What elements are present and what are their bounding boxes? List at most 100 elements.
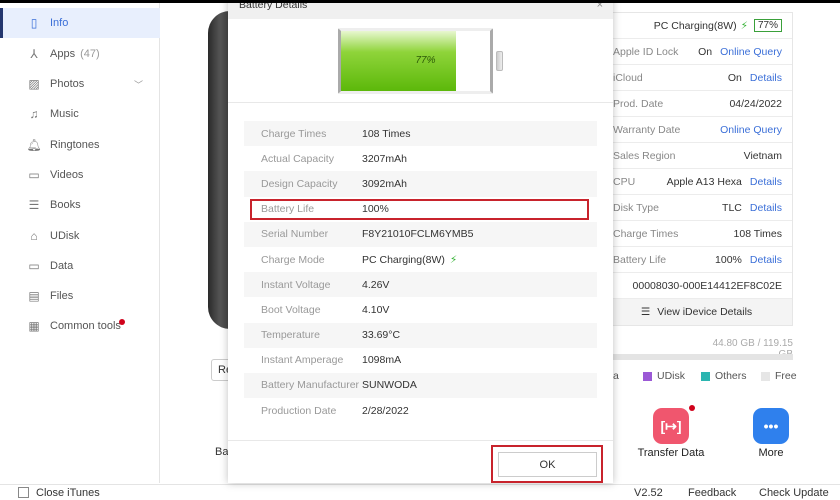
- detail-row: Instant Voltage 4.26V: [244, 272, 597, 298]
- close-icon[interactable]: ×: [597, 3, 603, 11]
- storage-bar: [600, 354, 793, 360]
- battery-percent: 77%: [415, 55, 436, 66]
- notification-dot: [118, 319, 125, 325]
- image-icon: ▨: [28, 77, 40, 91]
- check-update-link[interactable]: Check Update: [759, 487, 829, 499]
- row-value: 100%: [715, 253, 742, 266]
- chevron-down-icon[interactable]: ﹀: [134, 78, 143, 91]
- ok-button[interactable]: OK: [498, 452, 597, 477]
- close-itunes-label: Close iTunes: [36, 487, 100, 499]
- legend-swatch: [701, 371, 710, 381]
- info-row: Prod. Date 04/24/2022: [601, 91, 792, 117]
- music-icon: ♫: [29, 107, 39, 121]
- sidebar-item-ringtones[interactable]: 🔔︎ Ringtones: [0, 130, 160, 160]
- info-row: Charge Times 108 Times: [601, 221, 792, 247]
- row-value: TLC: [722, 201, 742, 214]
- info-row: Sales Region Vietnam: [601, 143, 792, 169]
- view-details-label: View iDevice Details: [657, 306, 753, 318]
- battery-badge: 77%: [753, 19, 782, 32]
- row-value: On: [727, 71, 742, 84]
- legend-item: Free: [761, 370, 797, 382]
- legend-swatch: [643, 371, 652, 381]
- sidebar-item-label: Apps: [50, 48, 76, 60]
- detail-row: Temperature 33.69°C: [244, 322, 597, 348]
- row-label: Warranty Date: [613, 123, 681, 136]
- version-label: V2.52: [634, 487, 663, 499]
- transfer-data-label[interactable]: Transfer Data: [631, 447, 711, 459]
- detail-row: Serial Number F8Y21010FCLM6YMB5: [244, 221, 597, 247]
- row-label: iCloud: [613, 71, 643, 84]
- legend-label: Others: [715, 370, 747, 382]
- detail-label: Charge Times: [261, 127, 327, 140]
- close-itunes-checkbox[interactable]: [18, 487, 29, 498]
- info-row: Apple ID Lock On Online Query: [601, 39, 792, 65]
- transfer-data-icon[interactable]: [↦]: [653, 408, 689, 444]
- sidebar-item-apps[interactable]: ⅄ Apps (47): [0, 39, 160, 69]
- info-row: iCloud On Details: [601, 65, 792, 91]
- sidebar-item-music[interactable]: ♫ Music: [0, 99, 160, 129]
- apps-icon: ⅄: [30, 47, 38, 61]
- detail-label: Production Date: [261, 404, 337, 417]
- sidebar-item-info[interactable]: ▯ Info: [0, 8, 160, 38]
- highlight-box: [250, 198, 589, 220]
- detail-row: Production Date 2/28/2022: [244, 398, 597, 423]
- feedback-link[interactable]: Feedback: [688, 487, 736, 499]
- sidebar-item-udisk[interactable]: ⌂ UDisk: [0, 221, 160, 251]
- info-row: Warranty Date Online Query: [601, 117, 792, 143]
- sidebar-item-photos[interactable]: ▨ Photos ﹀: [0, 69, 160, 99]
- legend-label: UDisk: [657, 370, 685, 382]
- details-link[interactable]: Details: [750, 176, 782, 188]
- details-link[interactable]: Details: [750, 254, 782, 266]
- sidebar-item-label: Photos: [50, 78, 85, 90]
- detail-value: 33.69°C: [362, 329, 401, 342]
- sidebar-item-videos[interactable]: ▭ Videos: [0, 160, 160, 190]
- row-label: Charge Times: [613, 227, 679, 240]
- bottom-bar: Close iTunes V2.52 Feedback Check Update: [0, 484, 840, 500]
- legend-label: a: [613, 370, 619, 382]
- detail-value: F8Y21010FCLM6YMB5: [362, 228, 474, 241]
- sidebar-item-data[interactable]: ▭ Data: [0, 251, 160, 281]
- list-icon: ☰: [640, 306, 651, 318]
- detail-value: 2/28/2022: [362, 404, 409, 417]
- sidebar-item-books[interactable]: ☰ Books: [0, 190, 160, 220]
- sidebar-item-label: Ringtones: [50, 139, 100, 151]
- detail-label: Actual Capacity: [261, 152, 334, 165]
- row-label: Sales Region: [613, 149, 676, 162]
- details-link[interactable]: Details: [750, 202, 782, 214]
- ba-label: Ba: [215, 446, 229, 458]
- online-query-link[interactable]: Online Query: [720, 124, 782, 136]
- row-label: CPU: [613, 175, 636, 188]
- usb-icon: ⌂: [30, 229, 38, 243]
- row-value: Apple A13 Hexa: [666, 175, 742, 188]
- view-idevice-details-button[interactable]: ☰ View iDevice Details: [601, 299, 792, 325]
- detail-value: 4.26V: [362, 278, 390, 291]
- detail-value: SUNWODA: [362, 379, 417, 392]
- detail-row: Instant Amperage 1098mA: [244, 348, 597, 373]
- row-label: Battery Life: [613, 253, 667, 266]
- legend-label: Free: [775, 370, 797, 382]
- online-query-link[interactable]: Online Query: [720, 46, 782, 58]
- info-row: Disk Type TLC Details: [601, 195, 792, 221]
- info-row: Battery Life 100% Details: [601, 247, 792, 273]
- details-link[interactable]: Details: [750, 72, 782, 84]
- detail-label: Charge Mode: [261, 253, 325, 266]
- row-label: Disk Type: [613, 201, 659, 214]
- detail-value: 3207mAh: [362, 152, 407, 165]
- sidebar-item-label: Data: [50, 260, 74, 272]
- bolt-icon: ⚡︎: [740, 19, 748, 32]
- detail-row: Charge Times 108 Times: [244, 121, 597, 147]
- detail-value: 3092mAh: [362, 177, 407, 190]
- more-icon[interactable]: •••: [753, 408, 789, 444]
- serial-row: 00008030-000E14412EF8C02E: [601, 273, 792, 299]
- ok-highlight: OK: [491, 445, 603, 483]
- detail-label: Boot Voltage: [261, 303, 321, 316]
- sidebar-item-common-tools[interactable]: ▦ Common tools: [0, 311, 160, 341]
- bolt-icon: ⚡︎: [449, 253, 458, 266]
- device-info-panel: PC Charging(8W) ⚡︎ 77% Apple ID Lock On Onli…: [600, 12, 793, 326]
- more-label[interactable]: More: [731, 447, 811, 459]
- app-window: ▯ Info ⅄ Apps (47) ▨ Photos ﹀ ♫ Music 🔔︎ Ringto…: [0, 3, 840, 500]
- sidebar-item-files[interactable]: ▤ Files: [0, 281, 160, 311]
- info-row: CPU Apple A13 Hexa Details: [601, 169, 792, 195]
- file-icon: ▤: [28, 289, 40, 303]
- dialog-title-bar: Battery Details ×: [228, 3, 613, 19]
